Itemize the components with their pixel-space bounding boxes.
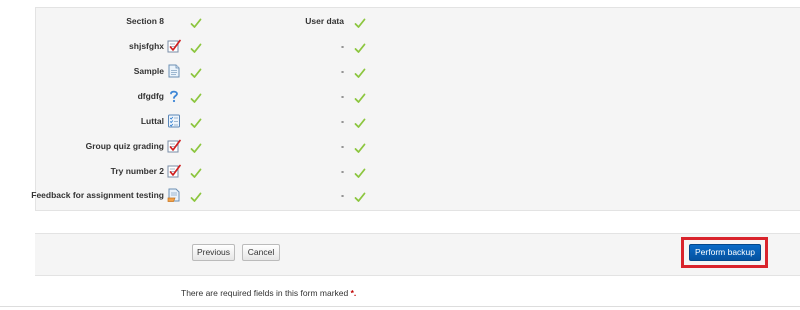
check-icon[interactable] — [190, 18, 202, 29]
settings-row: Luttal - — [36, 114, 800, 134]
check-icon[interactable] — [354, 68, 366, 79]
check-icon[interactable] — [190, 118, 202, 129]
check-icon[interactable] — [354, 192, 366, 203]
check-icon[interactable] — [190, 93, 202, 104]
check-icon[interactable] — [354, 93, 366, 104]
settings-row: dfgdfg - — [36, 89, 800, 109]
cancel-button[interactable]: Cancel — [242, 244, 280, 261]
check-icon[interactable] — [354, 118, 366, 129]
userdata-value: - — [341, 91, 344, 101]
check-icon[interactable] — [190, 168, 202, 179]
check-icon[interactable] — [190, 43, 202, 54]
question-icon — [167, 89, 181, 103]
check-icon[interactable] — [354, 168, 366, 179]
divider — [0, 306, 800, 307]
userdata-value: - — [341, 116, 344, 126]
settings-row: Group quiz grading - — [36, 139, 800, 159]
check-icon[interactable] — [190, 192, 202, 203]
activity-label: dfgdfg — [137, 91, 164, 101]
settings-row: shjsfghx - — [36, 39, 800, 59]
activity-label: Feedback for assignment testing — [31, 190, 164, 200]
check-icon[interactable] — [354, 43, 366, 54]
activity-label: Try number 2 — [110, 166, 164, 176]
settings-row: Sample - — [36, 64, 800, 84]
quiz-icon — [167, 139, 181, 153]
userdata-value: - — [341, 166, 344, 176]
check-icon[interactable] — [354, 143, 366, 154]
required-note-text: There are required fields in this form m… — [181, 288, 349, 298]
check-icon[interactable] — [190, 68, 202, 79]
activity-label: shjsfghx — [129, 41, 164, 51]
assignment-icon — [167, 188, 181, 202]
perform-backup-button[interactable]: Perform backup — [689, 244, 761, 261]
required-fields-note: There are required fields in this form m… — [181, 288, 356, 298]
quiz-icon — [167, 164, 181, 178]
userdata-value: - — [341, 41, 344, 51]
required-marker: *. — [350, 288, 357, 298]
section-label: Section 8 — [126, 16, 164, 26]
check-icon[interactable] — [354, 18, 366, 29]
previous-button[interactable]: Previous — [192, 244, 235, 261]
activity-label: Group quiz grading — [85, 141, 164, 151]
userdata-header: User data — [305, 16, 344, 26]
userdata-value: - — [341, 190, 344, 200]
settings-row: Try number 2 - — [36, 164, 800, 184]
userdata-value: - — [341, 141, 344, 151]
page-icon — [167, 64, 181, 78]
backup-settings-panel: Section 8 User data shjsfghx - Sample - … — [31, 7, 800, 211]
settings-row: Feedback for assignment testing - — [31, 188, 800, 208]
userdata-value: - — [341, 66, 344, 76]
check-icon[interactable] — [190, 143, 202, 154]
form-buttons-panel: Previous Cancel Perform backup — [35, 233, 800, 276]
activity-label: Luttal — [140, 116, 164, 126]
settings-row-section: Section 8 User data — [36, 14, 800, 34]
checklist-icon — [167, 114, 181, 128]
activity-label: Sample — [133, 66, 164, 76]
quiz-icon — [167, 39, 181, 53]
